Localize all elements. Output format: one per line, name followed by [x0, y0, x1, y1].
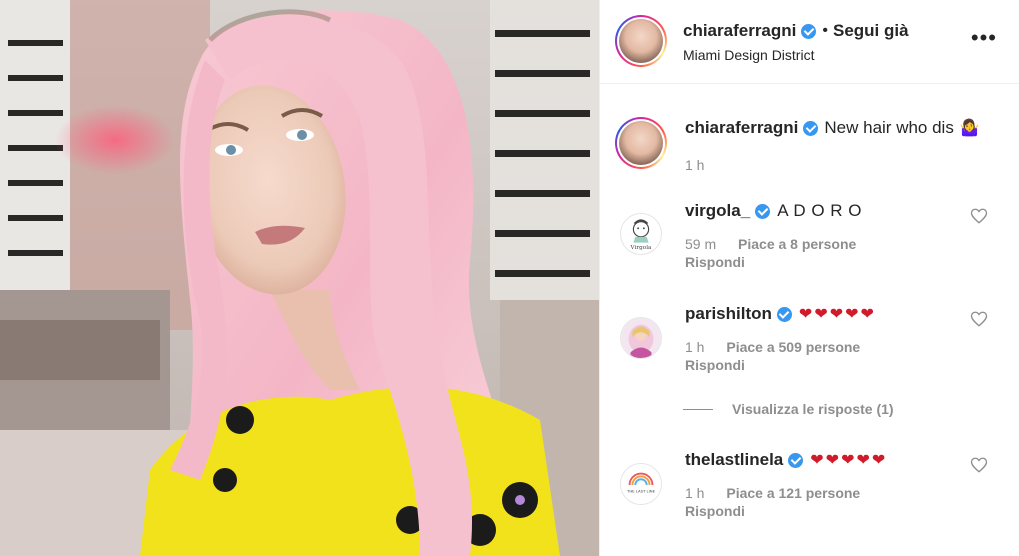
parishilton-avatar-icon	[621, 318, 661, 358]
comment-item: THE LAST LINE thelastlinela ❤❤❤❤❤ 1 h Pi…	[600, 450, 1019, 530]
thelastline-logo-text: THE LAST LINE	[626, 489, 656, 494]
separator-dot: •	[822, 22, 828, 39]
like-comment-heart-icon[interactable]	[970, 456, 988, 474]
view-replies-label: Visualizza le risposte (1)	[732, 401, 894, 417]
reply-button[interactable]: Rispondi	[685, 254, 745, 270]
comment-main: thelastlinela ❤❤❤❤❤	[685, 450, 887, 470]
caption-body: New hair who dis	[824, 118, 954, 137]
thelastline-logo-icon: THE LAST LINE	[621, 464, 661, 504]
caption-emoji: 🤷‍♀️	[959, 120, 980, 137]
comment-item: parishilton ❤❤❤❤❤ 1 h Piace a 509 person…	[600, 304, 1019, 384]
reply-button[interactable]: Rispondi	[685, 357, 745, 373]
comment-username[interactable]: thelastlinela	[685, 450, 783, 470]
commenter-avatar[interactable]: Virgola	[620, 213, 662, 255]
comment-likes[interactable]: Piace a 509 persone	[726, 339, 860, 355]
verified-badge-icon	[801, 23, 817, 39]
location-link[interactable]: Miami Design District	[683, 47, 909, 63]
comment-main: virgola_ A D O R O	[685, 201, 862, 221]
comment-main: parishilton ❤❤❤❤❤	[685, 304, 876, 324]
caption-text: chiaraferragni New hair who dis 🤷‍♀️	[685, 118, 980, 138]
comment-item: Virgola virgola_ A D O R O 59 m Piace a …	[600, 201, 1019, 281]
post-header: chiaraferragni • Segui già Miami Design …	[600, 0, 1019, 84]
comment-meta: 59 m Piace a 8 persone	[685, 236, 856, 252]
like-comment-heart-icon[interactable]	[970, 207, 988, 225]
post-photo[interactable]	[0, 0, 599, 556]
comment-time[interactable]: 59 m	[685, 236, 716, 252]
replies-divider-line	[683, 408, 713, 410]
author-username[interactable]: chiaraferragni	[683, 21, 796, 41]
comment-username[interactable]: virgola_	[685, 201, 750, 221]
comment-likes[interactable]: Piace a 121 persone	[726, 485, 860, 501]
verified-badge-icon	[788, 452, 804, 468]
commenter-avatar[interactable]	[620, 317, 662, 359]
author-avatar[interactable]	[615, 15, 667, 67]
view-replies-button[interactable]: Visualizza le risposte (1)	[683, 401, 894, 417]
comment-text: A D O R O	[777, 201, 862, 220]
like-comment-heart-icon[interactable]	[970, 310, 988, 328]
comment-time[interactable]: 1 h	[685, 485, 704, 501]
post-image	[0, 0, 599, 556]
header-text: chiaraferragni • Segui già Miami Design …	[683, 21, 909, 63]
caption-timestamp[interactable]: 1 h	[685, 157, 704, 173]
commenter-avatar[interactable]: THE LAST LINE	[620, 463, 662, 505]
comment-username[interactable]: parishilton	[685, 304, 772, 324]
comment-likes[interactable]: Piace a 8 persone	[738, 236, 856, 252]
comment-text: ❤❤❤❤❤	[798, 306, 876, 323]
verified-badge-icon	[776, 306, 792, 322]
virgola-logo-icon: Virgola	[630, 219, 652, 251]
virgola-logo-text: Virgola	[630, 245, 652, 251]
comment-text: ❤❤❤❤❤	[810, 452, 888, 469]
reply-button[interactable]: Rispondi	[685, 503, 745, 519]
comment-meta: 1 h Piace a 509 persone	[685, 339, 860, 355]
comment-meta: 1 h Piace a 121 persone	[685, 485, 860, 501]
post-detail-panel: chiaraferragni • Segui già Miami Design …	[599, 0, 1019, 556]
verified-badge-icon	[803, 120, 819, 136]
caption-avatar[interactable]	[615, 117, 667, 169]
verified-badge-icon	[755, 203, 771, 219]
comment-time[interactable]: 1 h	[685, 339, 704, 355]
more-options-icon[interactable]: •••	[971, 27, 997, 49]
following-button[interactable]: Segui già	[833, 21, 909, 41]
caption-username[interactable]: chiaraferragni	[685, 118, 798, 138]
